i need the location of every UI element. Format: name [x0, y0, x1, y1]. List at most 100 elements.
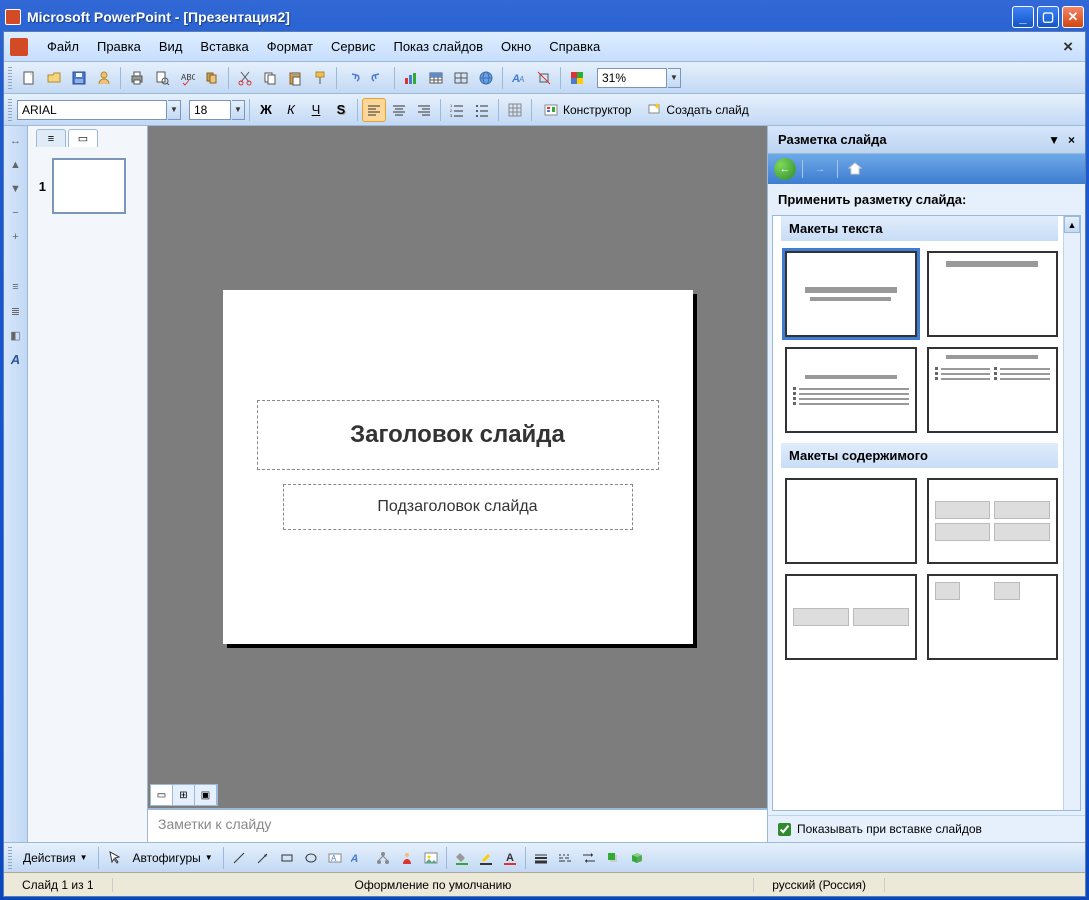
- autoshapes-menu[interactable]: Автофигуры▼: [126, 847, 220, 869]
- fill-color-button[interactable]: [450, 846, 474, 870]
- shadow-style-button[interactable]: [601, 846, 625, 870]
- close-button[interactable]: ✕: [1062, 6, 1084, 28]
- align-right-button[interactable]: [412, 98, 436, 122]
- new-slide-button[interactable]: Создать слайд: [639, 99, 755, 121]
- minimize-button[interactable]: _: [1012, 6, 1034, 28]
- font-size-dropdown[interactable]: ▼: [232, 100, 245, 120]
- notes-pane[interactable]: Заметки к слайду: [148, 808, 767, 842]
- spellcheck-button[interactable]: ABC: [175, 66, 199, 90]
- show-formatting-button[interactable]: [532, 66, 556, 90]
- save-button[interactable]: [67, 66, 91, 90]
- hyperlink-button[interactable]: [474, 66, 498, 90]
- textbox-tool-button[interactable]: A: [323, 846, 347, 870]
- document-close-button[interactable]: ×: [1057, 37, 1079, 57]
- menu-slideshow[interactable]: Показ слайдов: [384, 35, 492, 58]
- arrow-tool-button[interactable]: [251, 846, 275, 870]
- open-button[interactable]: [42, 66, 66, 90]
- task-pane-menu-icon[interactable]: ▼: [1048, 133, 1060, 147]
- nav-forward-button[interactable]: →: [809, 158, 831, 180]
- underline-button[interactable]: Ч: [304, 98, 328, 122]
- normal-view-button[interactable]: ▭: [151, 785, 173, 805]
- undo-button[interactable]: [341, 66, 365, 90]
- print-preview-button[interactable]: [150, 66, 174, 90]
- show-formatting-icon[interactable]: A: [7, 350, 25, 368]
- bulleted-list-button[interactable]: [470, 98, 494, 122]
- layout-blank[interactable]: [785, 478, 917, 564]
- menu-tools[interactable]: Сервис: [322, 35, 385, 58]
- minus-icon[interactable]: −: [7, 204, 25, 222]
- toolbar-gripper[interactable]: [8, 99, 12, 121]
- new-button[interactable]: [17, 66, 41, 90]
- wordart-button[interactable]: A: [347, 846, 371, 870]
- show-on-insert-checkbox[interactable]: [778, 823, 791, 836]
- menu-format[interactable]: Формат: [258, 35, 322, 58]
- clipart-button[interactable]: [395, 846, 419, 870]
- layout-content-content[interactable]: [785, 574, 917, 660]
- redo-button[interactable]: [366, 66, 390, 90]
- align-center-button[interactable]: [387, 98, 411, 122]
- grid-button[interactable]: [503, 98, 527, 122]
- slide-thumbnail[interactable]: [52, 158, 126, 214]
- line-color-button[interactable]: [474, 846, 498, 870]
- summary-icon[interactable]: ◧: [7, 326, 25, 344]
- menu-edit[interactable]: Правка: [88, 35, 150, 58]
- copy-button[interactable]: [258, 66, 282, 90]
- insert-chart-button[interactable]: [399, 66, 423, 90]
- layout-title-slide[interactable]: [785, 251, 917, 337]
- subtitle-placeholder[interactable]: Подзаголовок слайда: [283, 484, 633, 530]
- cut-button[interactable]: [233, 66, 257, 90]
- diagram-button[interactable]: [371, 846, 395, 870]
- menu-insert[interactable]: Вставка: [191, 35, 257, 58]
- actions-menu[interactable]: Действия▼: [16, 847, 95, 869]
- insert-table-button[interactable]: [424, 66, 448, 90]
- font-color-button[interactable]: A: [498, 846, 522, 870]
- outline-tab[interactable]: ≡: [36, 129, 66, 147]
- shadow-button[interactable]: S: [329, 98, 353, 122]
- scroll-up-icon[interactable]: ▲: [1064, 216, 1080, 233]
- task-pane-close-icon[interactable]: ×: [1068, 133, 1075, 147]
- nav-home-button[interactable]: [844, 159, 866, 179]
- outline-arrow-icon[interactable]: ↔: [7, 132, 25, 150]
- numbered-list-button[interactable]: 123: [445, 98, 469, 122]
- menu-view[interactable]: Вид: [150, 35, 192, 58]
- expand-button[interactable]: AA: [507, 66, 531, 90]
- tables-borders-button[interactable]: [449, 66, 473, 90]
- paste-button[interactable]: [283, 66, 307, 90]
- layout-two-content[interactable]: [927, 347, 1059, 433]
- slideshow-view-button[interactable]: ▣: [195, 785, 217, 805]
- expand-icon[interactable]: ≣: [7, 302, 25, 320]
- 3d-style-button[interactable]: [625, 846, 649, 870]
- layout-title-content[interactable]: [785, 347, 917, 433]
- zoom-dropdown[interactable]: ▼: [668, 68, 681, 88]
- arrow-down-icon[interactable]: ▼: [7, 180, 25, 198]
- oval-tool-button[interactable]: [299, 846, 323, 870]
- font-name-dropdown[interactable]: ▼: [168, 100, 181, 120]
- menu-file[interactable]: Файл: [38, 35, 88, 58]
- title-placeholder[interactable]: Заголовок слайда: [257, 400, 659, 470]
- toolbar-gripper[interactable]: [8, 847, 12, 869]
- layout-four-content[interactable]: [927, 574, 1059, 660]
- bold-button[interactable]: Ж: [254, 98, 278, 122]
- plus-icon[interactable]: +: [7, 228, 25, 246]
- thumbnail-row[interactable]: 1: [34, 158, 141, 214]
- font-size-input[interactable]: [189, 100, 231, 120]
- layout-title-only[interactable]: [927, 251, 1059, 337]
- arrow-style-button[interactable]: [577, 846, 601, 870]
- slides-tab[interactable]: ▭: [68, 129, 98, 147]
- research-button[interactable]: [200, 66, 224, 90]
- color-button[interactable]: [565, 66, 589, 90]
- slide[interactable]: Заголовок слайда Подзаголовок слайда: [223, 290, 693, 644]
- line-style-button[interactable]: [529, 846, 553, 870]
- maximize-button[interactable]: ▢: [1037, 6, 1059, 28]
- select-tool-button[interactable]: [102, 846, 126, 870]
- dash-style-button[interactable]: [553, 846, 577, 870]
- toolbar-gripper[interactable]: [8, 67, 12, 89]
- menu-help[interactable]: Справка: [540, 35, 609, 58]
- format-painter-button[interactable]: [308, 66, 332, 90]
- align-left-button[interactable]: [362, 98, 386, 122]
- collapse-icon[interactable]: ≡: [7, 278, 25, 296]
- italic-button[interactable]: К: [279, 98, 303, 122]
- slide-canvas[interactable]: Заголовок слайда Подзаголовок слайда: [148, 126, 767, 808]
- arrow-up-icon[interactable]: ▲: [7, 156, 25, 174]
- sorter-view-button[interactable]: ⊞: [173, 785, 195, 805]
